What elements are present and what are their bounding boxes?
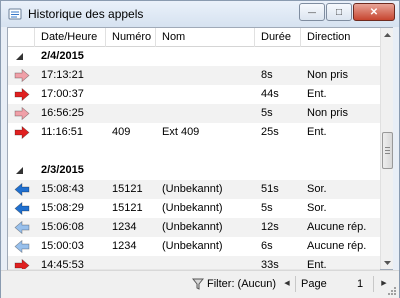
call-row[interactable]: 15:08:29 15121 (Unbekannt) 5s Sor.: [8, 199, 380, 218]
date-group-label: 2/3/2015: [41, 164, 84, 176]
cell-name: (Unbekannt): [162, 202, 223, 214]
close-icon: ✕: [369, 6, 379, 18]
call-history-window: Historique des appels — □ ✕ Date/Heure N…: [0, 0, 400, 298]
missed-incoming-arrow-icon: [14, 107, 30, 120]
call-row[interactable]: 11:16:51 409 Ext 409 25s Ent.: [8, 123, 380, 142]
cell-direction: Aucune rép.: [307, 221, 367, 233]
date-group-label: 2/4/2015: [41, 50, 84, 62]
cell-name: (Unbekannt): [162, 183, 223, 195]
cell-direction: Ent.: [307, 88, 327, 100]
previous-page-icon: ◀: [284, 280, 290, 287]
status-separator: [295, 276, 296, 292]
scroll-up-button[interactable]: [381, 28, 394, 41]
unanswered-outgoing-arrow-icon: [14, 240, 30, 253]
column-header-name[interactable]: Nom: [156, 28, 255, 47]
outgoing-arrow-icon: [14, 183, 30, 196]
next-page-icon: ▶: [381, 280, 387, 287]
column-header-icon[interactable]: [8, 28, 35, 47]
cell-number: 1234: [112, 221, 137, 233]
call-rows: 2/4/2015 17:13:21 8s Non pris 17:00:37 44s Ent…: [8, 47, 380, 271]
cell-direction: Non pris: [307, 107, 348, 119]
unanswered-outgoing-arrow-icon: [14, 221, 30, 234]
cell-duration: 51s: [261, 183, 279, 195]
collapse-triangle-icon[interactable]: [16, 53, 23, 60]
cell-direction: Sor.: [307, 183, 327, 195]
column-header-date[interactable]: Date/Heure: [35, 28, 106, 47]
cell-time: 11:16:51: [41, 126, 84, 138]
cell-duration: 8s: [261, 69, 273, 81]
page-label: Page: [301, 278, 327, 290]
call-history-app-icon: [8, 8, 22, 20]
status-separator: [373, 276, 374, 292]
cell-duration: 5s: [261, 107, 273, 119]
call-row[interactable]: 17:00:37 44s Ent.: [8, 85, 380, 104]
column-header-row: Date/Heure Numéro Nom Durée Direction: [8, 28, 380, 47]
resize-grip-icon[interactable]: [387, 286, 397, 296]
missed-incoming-arrow-icon: [14, 69, 30, 82]
cell-number: 1234: [112, 240, 137, 252]
incoming-arrow-icon: [14, 126, 30, 139]
cell-direction: Non pris: [307, 69, 348, 81]
cell-number: 15121: [112, 202, 143, 214]
cell-time: 15:08:43: [41, 183, 84, 195]
window-title: Historique des appels: [28, 7, 144, 21]
cell-duration: 25s: [261, 126, 279, 138]
column-header-number[interactable]: Numéro: [106, 28, 156, 47]
cell-duration: 5s: [261, 202, 273, 214]
cell-time: 15:08:29: [41, 202, 84, 214]
scroll-up-icon: [384, 32, 391, 37]
scrollbar-thumb[interactable]: [382, 132, 393, 169]
cell-time: 16:56:25: [41, 107, 84, 119]
status-bar: Filter: (Aucun) ◀ Page 1 ▶: [1, 270, 399, 298]
title-bar[interactable]: Historique des appels — □ ✕: [1, 1, 399, 27]
cell-duration: 12s: [261, 221, 279, 233]
cell-time: 17:00:37: [41, 88, 84, 100]
date-group-row[interactable]: 2/4/2015: [8, 47, 380, 66]
call-row[interactable]: 15:06:08 1234 (Unbekannt) 12s Aucune rép.: [8, 218, 380, 237]
cell-time: 17:13:21: [41, 69, 84, 81]
cell-name: (Unbekannt): [162, 240, 223, 252]
cell-duration: 6s: [261, 240, 273, 252]
filter-icon[interactable]: [192, 278, 204, 290]
page-number[interactable]: 1: [357, 278, 363, 290]
call-list-panel: Date/Heure Numéro Nom Durée Direction 2/…: [7, 27, 393, 271]
date-group-row[interactable]: 2/3/2015: [8, 161, 380, 180]
previous-page-button[interactable]: ◀: [282, 276, 292, 290]
cell-direction: Aucune rép.: [307, 240, 367, 252]
minimize-button[interactable]: —: [299, 3, 325, 21]
cell-direction: Ent.: [307, 126, 327, 138]
column-header-duration[interactable]: Durée: [255, 28, 301, 47]
cell-name: Ext 409: [162, 126, 200, 138]
maximize-button[interactable]: □: [326, 3, 352, 21]
vertical-scrollbar[interactable]: [380, 28, 393, 269]
column-header-direction[interactable]: Direction: [301, 28, 380, 47]
maximize-icon: □: [335, 6, 343, 18]
cell-duration: 44s: [261, 88, 279, 100]
incoming-arrow-icon: [14, 88, 30, 101]
cell-name: (Unbekannt): [162, 221, 223, 233]
call-row[interactable]: 15:08:43 15121 (Unbekannt) 51s Sor.: [8, 180, 380, 199]
scroll-down-button[interactable]: [381, 256, 394, 269]
cell-number: 15121: [112, 183, 143, 195]
filter-label[interactable]: Filter: (Aucun): [207, 278, 276, 290]
collapse-triangle-icon[interactable]: [16, 167, 23, 174]
outgoing-arrow-icon: [14, 202, 30, 215]
row-spacer: [8, 142, 380, 161]
cell-number: 409: [112, 126, 131, 138]
call-row[interactable]: 17:13:21 8s Non pris: [8, 66, 380, 85]
cell-time: 15:00:03: [41, 240, 84, 252]
minimize-icon: —: [308, 7, 316, 17]
call-row[interactable]: 15:00:03 1234 (Unbekannt) 6s Aucune rép.: [8, 237, 380, 256]
cell-direction: Sor.: [307, 202, 327, 214]
scroll-down-icon: [384, 260, 391, 265]
close-button[interactable]: ✕: [353, 3, 395, 21]
cell-time: 15:06:08: [41, 221, 84, 233]
call-row[interactable]: 16:56:25 5s Non pris: [8, 104, 380, 123]
